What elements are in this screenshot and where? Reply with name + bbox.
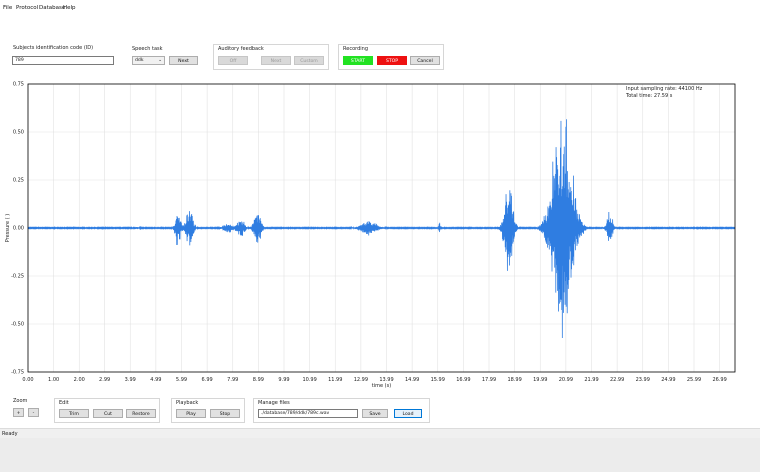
speech-task-value: ddk	[135, 58, 144, 63]
chevron-down-icon: ⌄	[158, 58, 162, 63]
edit-label: Edit	[59, 400, 69, 406]
feedback-next-button[interactable]: Next	[261, 56, 291, 65]
y-tick-label: 0.25	[13, 178, 24, 184]
menu-protocol[interactable]: Protocol	[16, 5, 38, 11]
auditory-feedback-group: Auditory feedback Off Next Custom	[213, 44, 329, 70]
x-tick-label: 5.99	[176, 377, 187, 383]
x-tick-label: 9.99	[278, 377, 289, 383]
x-tick-label: 23.99	[636, 377, 650, 383]
waveform-chart[interactable]: 0.00 1.00 2.00 2.99 3.99 4.99 5.99 6.99 7.99 8.99…	[0, 75, 760, 395]
x-tick-label: 3.99	[125, 377, 136, 383]
playback-label: Playback	[176, 400, 199, 406]
x-tick-label: 18.99	[507, 377, 521, 383]
edit-group: Edit Trim Cut Restore	[54, 398, 160, 423]
x-tick-label: 17.99	[482, 377, 496, 383]
menu-help[interactable]: Help	[63, 5, 76, 11]
file-path-input[interactable]: ./database/789/ddk/789c.wav	[258, 409, 358, 418]
zoom-in-button[interactable]: +	[13, 408, 24, 417]
zoom-group: Zoom + -	[10, 398, 44, 420]
x-tick-label: 8.99	[253, 377, 264, 383]
feedback-custom-button[interactable]: Custom	[294, 56, 324, 65]
x-tick-label: 19.99	[533, 377, 547, 383]
status-text: Ready	[2, 431, 18, 437]
y-tick-label: 0.50	[13, 130, 24, 136]
x-tick-label: 16.99	[456, 377, 470, 383]
feedback-off-button[interactable]: Off	[218, 56, 248, 65]
zoom-label: Zoom	[13, 398, 28, 404]
sampling-rate-text: Input sampling rate: 44100 Hz	[626, 86, 703, 92]
recording-group: Recording START STOP Cancel	[338, 44, 444, 70]
x-tick-label: 11.99	[328, 377, 342, 383]
x-tick-label: 12.99	[354, 377, 368, 383]
subject-id-label: Subjects identification code (ID)	[13, 45, 94, 51]
playback-group: Playback Play Stop	[171, 398, 245, 423]
record-stop-button[interactable]: STOP	[377, 56, 407, 65]
speech-task-group: Speech task ddk ⌄ Next	[129, 46, 201, 68]
y-tick-label: -0.75	[11, 370, 24, 376]
manage-files-label: Manage files	[258, 400, 290, 406]
menu-bar: File Protocol Database Help	[0, 5, 760, 15]
menu-file[interactable]: File	[3, 5, 12, 11]
x-axis-label: time (s)	[372, 383, 391, 389]
x-tick-label: 15.99	[431, 377, 445, 383]
record-start-button[interactable]: START	[343, 56, 373, 65]
cut-button[interactable]: Cut	[93, 409, 123, 418]
menu-database[interactable]: Database	[39, 5, 65, 11]
x-tick-label: 14.99	[405, 377, 419, 383]
y-tick-label: 0.00	[13, 226, 24, 232]
subject-id-input[interactable]: 789	[12, 56, 114, 65]
x-tick-label: 21.99	[584, 377, 598, 383]
auditory-feedback-label: Auditory feedback	[218, 46, 264, 52]
x-tick-label: 2.99	[99, 377, 110, 383]
manage-files-group: Manage files ./database/789/ddk/789c.wav…	[253, 398, 430, 423]
x-tick-label: 7.99	[227, 377, 238, 383]
y-tick-label: -0.50	[11, 322, 24, 328]
x-tick-label: 25.99	[687, 377, 701, 383]
stop-button[interactable]: Stop	[210, 409, 240, 418]
x-tick-label: 6.99	[202, 377, 213, 383]
window-footer	[0, 438, 760, 472]
x-tick-label: 1.00	[48, 377, 59, 383]
waveform-line	[27, 119, 736, 339]
speech-task-label: Speech task	[132, 46, 163, 52]
record-cancel-button[interactable]: Cancel	[410, 56, 440, 65]
speech-next-button[interactable]: Next	[169, 56, 198, 65]
speech-task-select[interactable]: ddk ⌄	[132, 56, 165, 65]
y-tick-label: 0.75	[13, 82, 24, 88]
restore-button[interactable]: Restore	[126, 409, 156, 418]
x-tick-label: 10.99	[302, 377, 316, 383]
y-tick-label: -0.25	[11, 274, 24, 280]
x-tick-label: 26.99	[712, 377, 726, 383]
recording-label: Recording	[343, 46, 369, 52]
play-button[interactable]: Play	[176, 409, 206, 418]
y-axis-label: Pressure ( )	[5, 214, 11, 242]
x-tick-label: 2.00	[74, 377, 85, 383]
total-time-text: Total time: 27.59 s	[625, 93, 673, 99]
zoom-out-button[interactable]: -	[28, 408, 39, 417]
x-tick-label: 0.00	[22, 377, 33, 383]
x-tick-label: 22.99	[610, 377, 624, 383]
save-button[interactable]: Save	[362, 409, 388, 418]
load-button[interactable]: Load	[394, 409, 422, 418]
trim-button[interactable]: Trim	[59, 409, 89, 418]
x-tick-label: 24.99	[661, 377, 675, 383]
x-tick-label: 20.99	[559, 377, 573, 383]
x-tick-label: 4.99	[150, 377, 161, 383]
